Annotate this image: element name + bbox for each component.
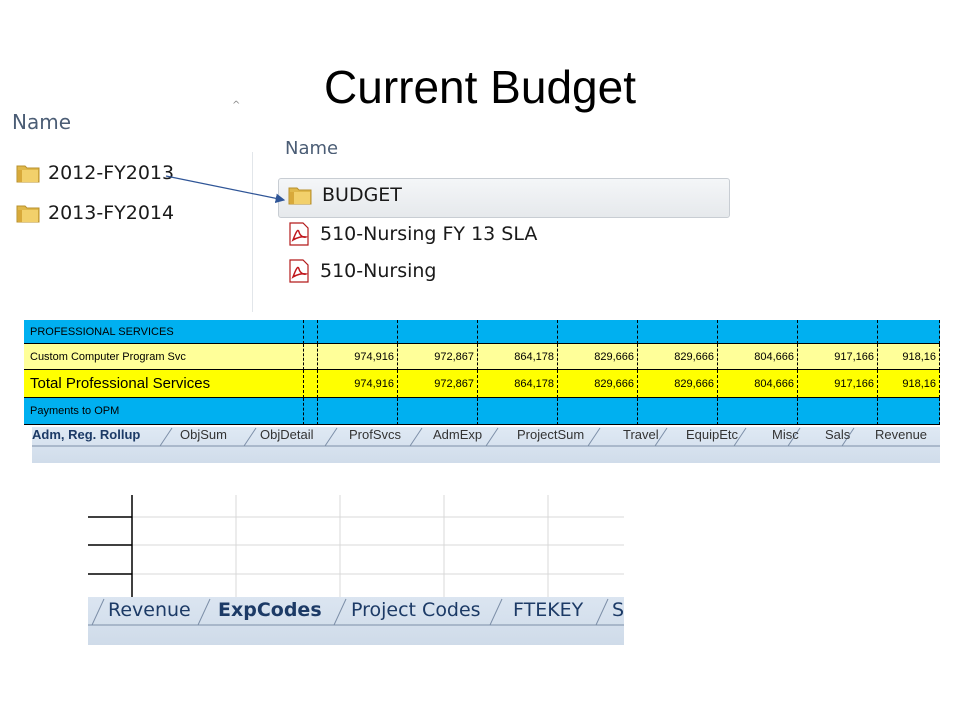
budget-spreadsheet: PROFESSIONAL SERVICES Custom Computer Pr… (24, 320, 940, 427)
sheet-tab-expcodes[interactable]: ExpCodes (218, 599, 322, 629)
value-cell[interactable]: 864,178 (478, 370, 558, 398)
row-label-cell[interactable]: Custom Computer Program Svc (24, 344, 304, 370)
value-cell[interactable]: 918,16 (878, 344, 940, 370)
sheet-tab-objsum[interactable]: ObjSum (180, 427, 227, 445)
spacer-cell[interactable] (304, 398, 318, 425)
value-cell[interactable]: 917,166 (798, 370, 878, 398)
sheet-tab-objdetail[interactable]: ObjDetail (260, 427, 313, 445)
sheet-tab-admexp[interactable]: AdmExp (433, 427, 482, 445)
value-cell[interactable] (318, 398, 398, 425)
value-cell[interactable] (798, 398, 878, 425)
value-cell[interactable]: 804,666 (718, 370, 798, 398)
value-cell[interactable] (478, 320, 558, 344)
lower-sheet-grid (88, 495, 624, 597)
value-cell[interactable] (478, 398, 558, 425)
value-cell[interactable] (878, 398, 940, 425)
spacer-cell[interactable] (304, 370, 318, 398)
tab-dividers (32, 427, 940, 447)
sheet-tab-projectsum[interactable]: ProjectSum (517, 427, 584, 445)
row-label-cell[interactable]: PROFESSIONAL SERVICES (24, 320, 304, 344)
value-cell[interactable]: 972,867 (398, 344, 478, 370)
sheet-tab-revenue[interactable]: Revenue (108, 599, 191, 629)
sheet-tab-project-codes[interactable]: Project Codes (351, 599, 481, 629)
sheet-tab-bar: Adm, Reg. Rollup ObjSum ObjDetail ProfSv… (32, 427, 940, 463)
sheet-tab-adm-reg-rollup[interactable]: Adm, Reg. Rollup (32, 427, 140, 445)
value-cell[interactable]: 864,178 (478, 344, 558, 370)
grid-lines (88, 495, 624, 597)
value-cell[interactable]: 918,16 (878, 370, 940, 398)
value-cell[interactable]: 804,666 (718, 344, 798, 370)
sheet-tab-sals[interactable]: Sals (825, 427, 850, 445)
row-label-cell[interactable]: Payments to OPM (24, 398, 304, 425)
value-cell[interactable]: 829,666 (558, 344, 638, 370)
value-cell[interactable] (638, 320, 718, 344)
spacer-cell[interactable] (304, 344, 318, 370)
sheet-tab-s[interactable]: S (612, 599, 624, 629)
sheet-tab-misc[interactable]: Misc (772, 427, 799, 445)
value-cell[interactable]: 829,666 (558, 370, 638, 398)
sheet-tab-travel[interactable]: Travel (623, 427, 659, 445)
sheet-row-0: PROFESSIONAL SERVICES (24, 320, 940, 344)
value-cell[interactable] (318, 320, 398, 344)
value-cell[interactable] (558, 398, 638, 425)
value-cell[interactable]: 974,916 (318, 344, 398, 370)
value-cell[interactable] (718, 398, 798, 425)
value-cell[interactable]: 829,666 (638, 370, 718, 398)
value-cell[interactable] (878, 320, 940, 344)
value-cell[interactable]: 917,166 (798, 344, 878, 370)
sheet-tab-equipetc[interactable]: EquipEtc (686, 427, 738, 445)
spacer-cell[interactable] (304, 320, 318, 344)
value-cell[interactable] (718, 320, 798, 344)
value-cell[interactable] (558, 320, 638, 344)
lower-sheet-tab-bar: Revenue ExpCodes Project Codes FTEKEY S (88, 597, 624, 645)
sheet-tab-ftekey[interactable]: FTEKEY (513, 599, 583, 629)
value-cell[interactable]: 974,916 (318, 370, 398, 398)
sheet-row-3: Payments to OPM (24, 398, 940, 425)
sheet-tab-revenue[interactable]: Revenue (875, 427, 927, 445)
value-cell[interactable]: 972,867 (398, 370, 478, 398)
sheet-tab-profsvcs[interactable]: ProfSvcs (349, 427, 401, 445)
sheet-row-1: Custom Computer Program Svc 974,916 972,… (24, 344, 940, 370)
value-cell[interactable] (798, 320, 878, 344)
value-cell[interactable]: 829,666 (638, 344, 718, 370)
row-label-cell[interactable]: Total Professional Services (24, 370, 304, 398)
value-cell[interactable] (398, 398, 478, 425)
value-cell[interactable] (398, 320, 478, 344)
value-cell[interactable] (638, 398, 718, 425)
sheet-row-2: Total Professional Services 974,916 972,… (24, 370, 940, 398)
